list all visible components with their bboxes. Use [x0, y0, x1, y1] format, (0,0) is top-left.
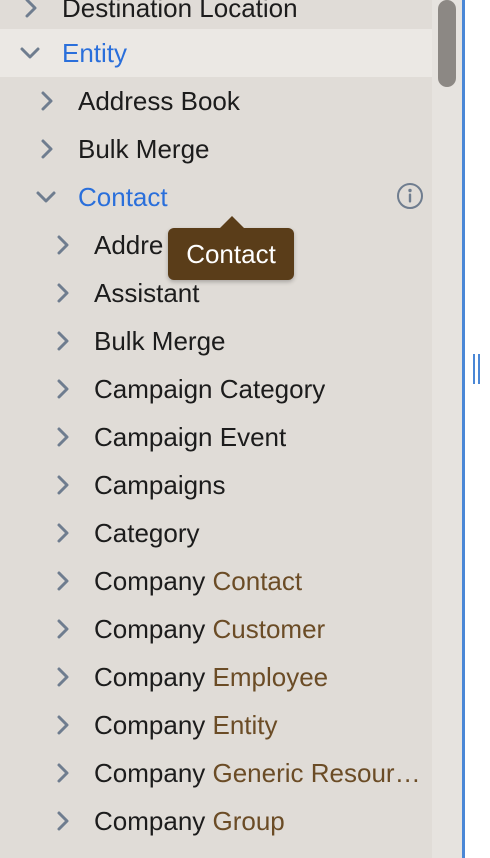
- label-accent: Customer: [212, 613, 326, 644]
- scrollbar-thumb[interactable]: [438, 0, 456, 87]
- tree-item-contact-child[interactable]: Campaigns: [0, 461, 432, 509]
- label-prefix: Company: [94, 661, 213, 692]
- content-area: [465, 0, 490, 858]
- chevron-right-icon[interactable]: [52, 714, 74, 736]
- tooltip-text: Contact: [186, 238, 276, 269]
- tree-item-label: Company Entity: [94, 710, 278, 741]
- tree-item-contact-child[interactable]: Category: [0, 509, 432, 557]
- chevron-right-icon[interactable]: [52, 570, 74, 592]
- tree-item-label: Assistant: [94, 278, 200, 309]
- tree-item-label: Destination Location: [62, 0, 298, 23]
- tree-item-label: Company Generic Resour…: [94, 758, 421, 789]
- tree-item-label: Bulk Merge: [78, 133, 210, 164]
- tree-item-label: Campaign Event: [94, 422, 286, 453]
- label-accent: Entity: [212, 709, 278, 740]
- chevron-right-icon[interactable]: [52, 762, 74, 784]
- tree-item-contact-child[interactable]: Company Entity: [0, 701, 432, 749]
- label-prefix: Campaign Category: [94, 373, 326, 404]
- label-prefix: Company: [94, 709, 213, 740]
- chevron-right-icon[interactable]: [52, 522, 74, 544]
- label-prefix: Bulk Merge: [94, 325, 226, 356]
- tree-item-contact-child[interactable]: Campaign Category: [0, 365, 432, 413]
- scrollbar-track[interactable]: [432, 0, 462, 858]
- label-accent: Generic Resour…: [212, 757, 421, 788]
- chevron-right-icon[interactable]: [36, 138, 58, 160]
- chevron-right-icon[interactable]: [52, 810, 74, 832]
- tree-item-label: Addre: [94, 230, 163, 261]
- chevron-right-icon[interactable]: [52, 474, 74, 496]
- tree-item-address-book[interactable]: Address Book: [0, 77, 432, 125]
- label-prefix: Campaigns: [94, 469, 226, 500]
- tree-item-label: Entity: [62, 37, 128, 68]
- tree-item-contact-child[interactable]: Company Customer: [0, 605, 432, 653]
- label-prefix: Company: [94, 805, 213, 836]
- chevron-right-icon[interactable]: [20, 0, 42, 19]
- chevron-right-icon[interactable]: [52, 282, 74, 304]
- tree-item-contact-child[interactable]: Bulk Merge: [0, 317, 432, 365]
- tooltip: Contact: [168, 216, 294, 280]
- tree-item-contact[interactable]: Contact: [0, 173, 432, 221]
- tree-item-label: Company Customer: [94, 614, 325, 645]
- chevron-down-icon[interactable]: [35, 186, 57, 208]
- tree-panel: Destination Location Entity Address Book…: [0, 0, 432, 858]
- tree-item-label: Company Employee: [94, 662, 328, 693]
- chevron-right-icon[interactable]: [52, 234, 74, 256]
- tree-item-contact-child[interactable]: Company Contact: [0, 557, 432, 605]
- label-prefix: Company: [94, 565, 213, 596]
- label-prefix: Assistant: [94, 277, 200, 308]
- tree-item-label: Address Book: [78, 85, 240, 116]
- tree-item-contact-child[interactable]: Company Group: [0, 797, 432, 845]
- tree-item-entity[interactable]: Entity: [0, 29, 432, 77]
- tree-item-contact-child[interactable]: Company Generic Resour…: [0, 749, 432, 797]
- tree-item-label: Contact: [78, 181, 168, 212]
- label-prefix: Campaign Event: [94, 421, 287, 452]
- label-accent: Contact: [212, 565, 303, 596]
- chevron-right-icon[interactable]: [52, 666, 74, 688]
- tree-item-bulk-merge[interactable]: Bulk Merge: [0, 125, 432, 173]
- label-prefix: Company: [94, 613, 213, 644]
- label-accent: Group: [212, 805, 285, 836]
- chevron-right-icon[interactable]: [36, 90, 58, 112]
- label-prefix: Addre: [94, 229, 164, 260]
- chevron-right-icon[interactable]: [52, 426, 74, 448]
- chevron-right-icon[interactable]: [52, 618, 74, 640]
- chevron-right-icon[interactable]: [52, 378, 74, 400]
- chevron-right-icon[interactable]: [52, 330, 74, 352]
- tree-item-contact-child[interactable]: Company Employee: [0, 653, 432, 701]
- tree-item-label: Campaigns: [94, 470, 226, 501]
- label-prefix: Category: [94, 517, 200, 548]
- tree-item-contact-child[interactable]: Campaign Event: [0, 413, 432, 461]
- tree-item-label: Campaign Category: [94, 374, 325, 405]
- label-prefix: Company: [94, 757, 213, 788]
- tree-item-label: Bulk Merge: [94, 326, 226, 357]
- tree-item-destination-location[interactable]: Destination Location: [0, 0, 432, 32]
- label-accent: Employee: [212, 661, 329, 692]
- tree-item-label: Category: [94, 518, 200, 549]
- chevron-down-icon[interactable]: [19, 42, 41, 64]
- resize-handle[interactable]: [473, 354, 481, 384]
- tree-item-label: Company Contact: [94, 566, 302, 597]
- info-icon[interactable]: [396, 182, 424, 210]
- tree-item-label: Company Group: [94, 806, 285, 837]
